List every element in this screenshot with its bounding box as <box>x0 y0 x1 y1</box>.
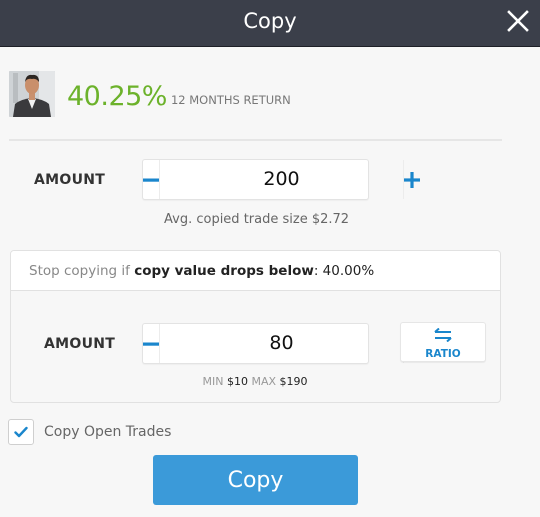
amount-increment-button[interactable] <box>404 160 420 199</box>
min-max-range: MIN $10 MAX $190 <box>0 375 510 388</box>
ratio-toggle-button[interactable]: RATIO <box>400 322 486 362</box>
return-value: 40.25% <box>67 80 167 112</box>
stop-loss-prefix: Stop copying if <box>29 263 135 279</box>
person-photo-icon <box>9 71 55 117</box>
avg-trade-size-hint: Avg. copied trade size $2.72 <box>164 212 350 227</box>
stop-loss-decrement-button[interactable] <box>143 324 159 363</box>
minus-icon <box>143 178 159 182</box>
plus-icon <box>404 171 420 188</box>
stop-loss-amount-label: AMOUNT <box>44 336 116 352</box>
amount-input[interactable] <box>159 160 404 199</box>
copy-button[interactable]: Copy <box>153 455 358 505</box>
swap-arrows-icon <box>434 327 452 343</box>
amount-stepper <box>142 159 420 200</box>
close-button[interactable] <box>504 7 532 35</box>
checkmark-icon <box>14 426 28 438</box>
copy-open-trades-label[interactable]: Copy Open Trades <box>44 424 171 440</box>
min-label: MIN <box>202 375 224 388</box>
amount-label: AMOUNT <box>34 172 106 188</box>
max-label: MAX <box>251 375 277 388</box>
trader-profile: 40.25% 12 MONTHS RETURN <box>9 70 291 118</box>
stop-loss-stepper <box>142 323 420 364</box>
dialog-title: Copy <box>243 9 297 33</box>
minus-icon <box>143 342 159 346</box>
stop-loss-header: Stop copying if copy value drops below: … <box>11 251 500 291</box>
stop-loss-value: : 40.00% <box>313 263 375 279</box>
dialog-header: Copy <box>0 0 540 47</box>
stop-loss-amount-input[interactable] <box>159 324 404 363</box>
close-icon <box>507 10 529 32</box>
section-divider <box>9 139 502 141</box>
stop-loss-emphasis: copy value drops below <box>134 263 314 279</box>
max-value: $190 <box>279 375 308 388</box>
min-value: $10 <box>226 375 248 388</box>
ratio-label: RATIO <box>425 348 461 360</box>
amount-decrement-button[interactable] <box>143 160 159 199</box>
trader-avatar[interactable] <box>9 71 55 117</box>
return-label: 12 MONTHS RETURN <box>170 93 291 107</box>
copy-open-trades-checkbox[interactable] <box>8 419 34 445</box>
